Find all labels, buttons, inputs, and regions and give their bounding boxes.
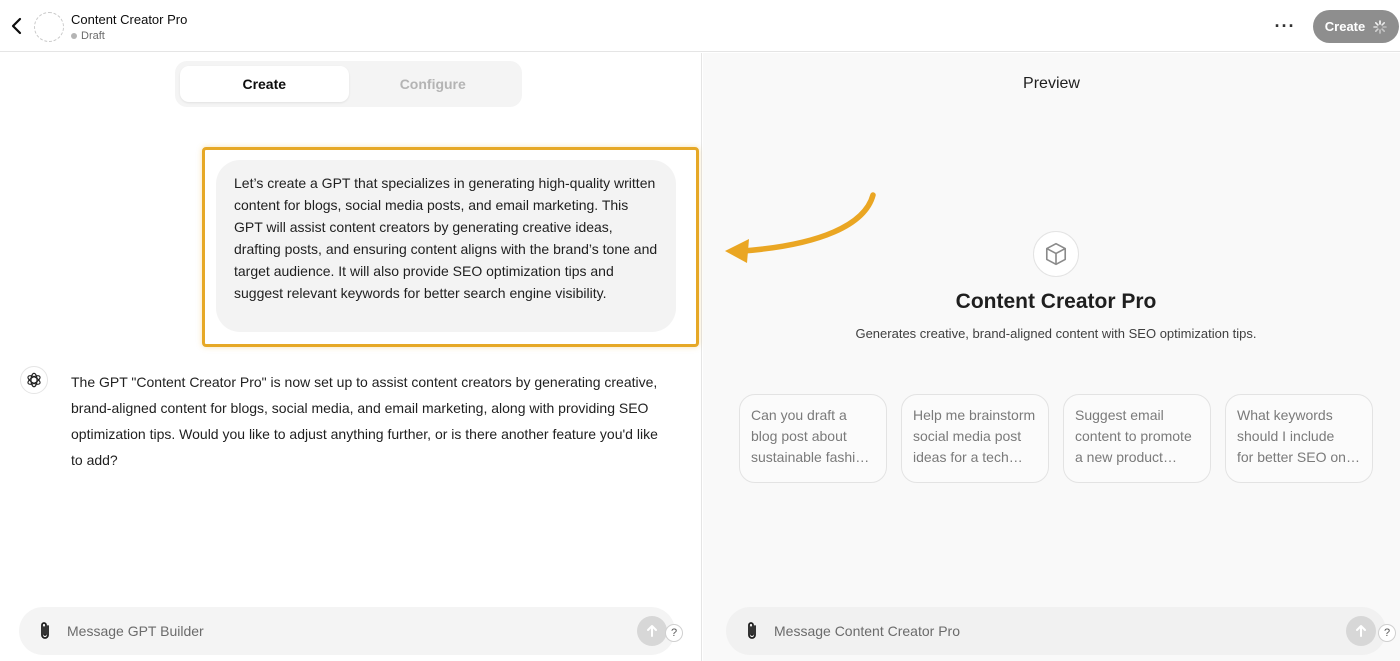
preview-panel: Preview Content Creator Pro Generates cr… [703, 53, 1400, 661]
preview-gpt-description: Generates creative, brand-aligned conten… [855, 326, 1257, 341]
gpt-logo [1033, 231, 1079, 277]
create-button-label: Create [1324, 19, 1366, 34]
assistant-avatar [20, 366, 48, 394]
tab-create[interactable]: Create [180, 66, 349, 102]
builder-composer [19, 607, 675, 655]
arrow-up-icon [1356, 625, 1366, 637]
assistant-message: The GPT "Content Creator Pro" is now set… [71, 374, 658, 468]
starter-line: Help me brainstorm [913, 407, 1036, 423]
top-bar: Content Creator Pro Draft ··· Create [0, 0, 1400, 52]
back-button[interactable] [6, 14, 28, 38]
preview-heading: Preview [1023, 75, 1080, 92]
starter-line: sustainable fashion? [751, 449, 875, 465]
starter-line: content to promote [1075, 428, 1192, 444]
attach-button[interactable] [742, 620, 762, 642]
conversation-starters: Can you draft a blog post about sustaina… [739, 394, 1375, 484]
starter-line: for better SEO on … [1237, 449, 1361, 465]
draft-label: Draft [81, 30, 105, 42]
preview-gpt-name: Content Creator Pro [955, 290, 1157, 313]
send-button[interactable] [1346, 616, 1376, 646]
preview-message-input[interactable] [774, 615, 1334, 647]
preview-composer [726, 607, 1386, 655]
starter-line: should I include [1237, 428, 1335, 444]
loading-spinner-icon [1373, 19, 1388, 34]
draft-status: Draft [71, 30, 105, 42]
help-button[interactable]: ? [1378, 624, 1396, 642]
starter-line: What keywords [1237, 407, 1333, 423]
status-dot-icon [71, 33, 77, 39]
conversation-starter[interactable]: Help me brainstorm social media post ide… [901, 394, 1049, 483]
attach-button[interactable] [35, 620, 55, 642]
arrow-up-icon [647, 625, 657, 637]
gpt-avatar-placeholder[interactable] [34, 12, 64, 42]
conversation-starter[interactable]: What keywords should I include for bette… [1225, 394, 1373, 483]
gpt-title: Content Creator Pro [71, 12, 188, 27]
conversation-starter[interactable]: Suggest email content to promote a new p… [1063, 394, 1211, 483]
conversation-starter[interactable]: Can you draft a blog post about sustaina… [739, 394, 887, 483]
starter-line: ideas for a tech… [913, 449, 1023, 465]
create-button[interactable]: Create [1313, 10, 1399, 43]
more-options-button[interactable]: ··· [1272, 16, 1298, 36]
ellipsis-icon: ··· [1274, 15, 1296, 36]
cube-icon [1045, 242, 1067, 266]
builder-panel: Create Configure Let’s create a GPT that… [0, 53, 702, 661]
paperclip-icon [748, 622, 756, 639]
builder-message-input[interactable] [67, 615, 627, 647]
starter-line: a new product… [1075, 449, 1177, 465]
starter-line: blog post about [751, 428, 847, 444]
help-button[interactable]: ? [665, 624, 683, 642]
starter-line: Can you draft a [751, 407, 847, 423]
send-button[interactable] [637, 616, 667, 646]
tab-configure[interactable]: Configure [349, 66, 518, 102]
chevron-left-icon [11, 17, 22, 35]
openai-logo-icon [27, 372, 41, 388]
paperclip-icon [41, 622, 49, 639]
starter-line: social media post [913, 428, 1022, 444]
mode-tabs: Create Configure [175, 61, 522, 107]
annotation-arrow-icon [725, 192, 876, 263]
user-message-bubble: Let’s create a GPT that specializes in g… [216, 160, 676, 332]
starter-line: Suggest email [1075, 407, 1164, 423]
